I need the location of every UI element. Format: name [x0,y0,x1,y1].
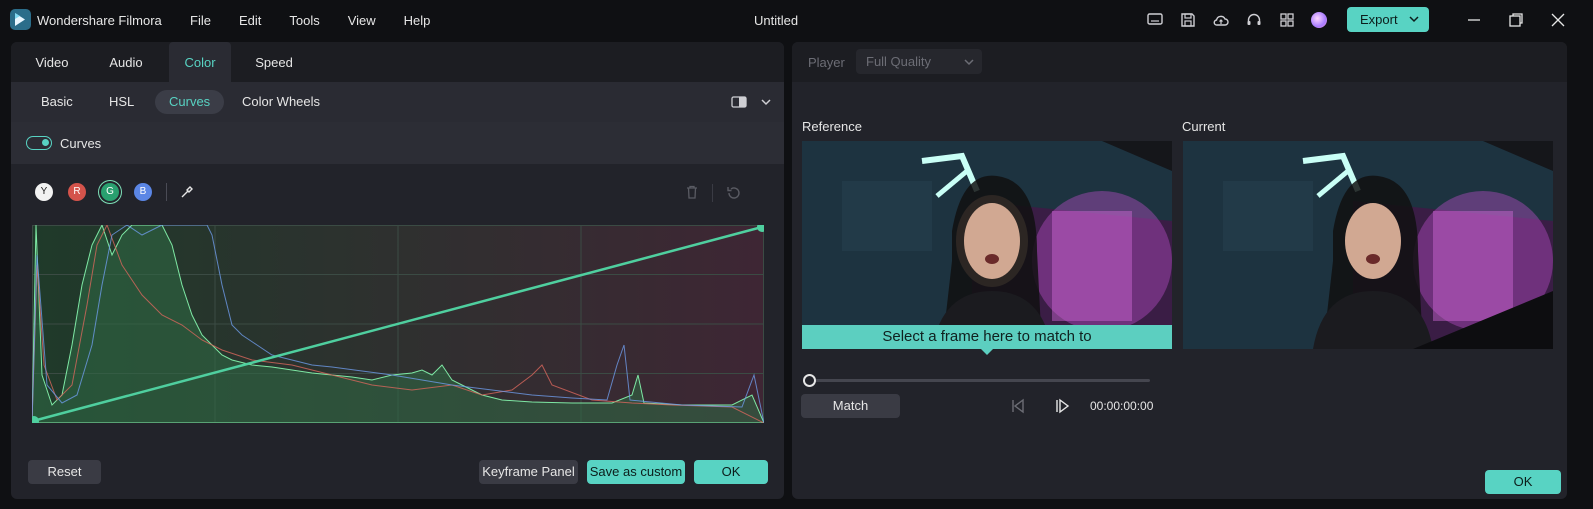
previous-frame-icon[interactable] [1010,398,1026,414]
property-tabs: Video Audio Color Speed [11,42,784,82]
quality-select[interactable]: Full Quality [856,49,982,74]
divider [712,184,713,202]
reset-curve-icon[interactable] [725,184,743,202]
trash-icon[interactable] [684,184,700,200]
export-label: Export [1360,12,1398,27]
tab-speed[interactable]: Speed [243,42,305,82]
player-label: Player [808,55,845,70]
ok-button[interactable]: OK [1485,470,1561,494]
next-frame-icon[interactable] [1054,398,1070,414]
reference-label: Reference [802,119,862,134]
tab-video[interactable]: Video [21,42,83,82]
curve-graph[interactable] [29,222,767,426]
titlebar-tools [1146,11,1344,29]
frame-scrubber-handle[interactable] [803,374,816,387]
frame-scrubber-track[interactable] [810,379,1150,382]
current-image [1183,141,1553,349]
subtab-basic[interactable]: Basic [27,90,87,114]
avatar[interactable] [1311,11,1329,29]
restore-icon[interactable] [1507,11,1525,29]
menu-bar: File Edit Tools View Help [190,13,458,28]
tab-color[interactable]: Color [169,42,231,82]
document-title: Untitled [754,13,799,28]
ok-button[interactable]: OK [694,460,768,484]
current-label: Current [1182,119,1226,134]
color-match-panel: Player Full Quality Reference Current Se… [792,42,1567,499]
monitor-icon[interactable] [1146,11,1164,29]
color-adjust-panel: Video Audio Color Speed Basic HSL Curves… [11,42,784,499]
chevron-down-icon[interactable] [761,98,771,106]
subtab-color-wheels[interactable]: Color Wheels [228,90,334,114]
select-frame-banner: Select a frame here to match to [802,325,1172,355]
divider [166,183,167,201]
eyedropper-icon[interactable] [179,184,195,200]
subtab-curves[interactable]: Curves [155,90,225,114]
player-bar: Player Full Quality [792,42,1567,82]
subtab-hsl[interactable]: HSL [95,90,148,114]
current-frame [1183,141,1553,349]
tab-audio[interactable]: Audio [96,42,156,82]
minimize-icon[interactable] [1465,11,1483,29]
menu-file[interactable]: File [190,13,211,28]
chevron-down-icon [1409,16,1419,23]
grid-apps-icon[interactable] [1278,11,1296,29]
cloud-upload-icon[interactable] [1212,11,1230,29]
timecode: 00:00:00:00 [1090,399,1154,413]
color-subtabs: Basic HSL Curves Color Wheels [11,82,784,122]
save-as-custom-button[interactable]: Save as custom [587,460,685,484]
menu-tools[interactable]: Tools [289,13,319,28]
curves-section-header: Curves [11,122,784,164]
curve-editor[interactable] [29,222,767,426]
channel-r-button[interactable]: R [68,183,86,201]
save-icon[interactable] [1179,11,1197,29]
menu-help[interactable]: Help [404,13,431,28]
quality-value: Full Quality [866,54,932,69]
headset-icon[interactable] [1245,11,1263,29]
title-bar: Wondershare Filmora File Edit Tools View… [0,0,1593,40]
split-view-icon[interactable] [731,95,747,109]
menu-edit[interactable]: Edit [239,13,261,28]
channel-b-button[interactable]: B [134,183,152,201]
curves-section-title: Curves [60,136,102,151]
channel-g-button[interactable]: G [101,183,119,201]
reference-image [802,141,1172,349]
chevron-down-icon [964,59,974,66]
filmora-logo-icon [10,9,31,30]
channel-y-button[interactable]: Y [35,183,53,201]
keyframe-panel-button[interactable]: Keyframe Panel [479,460,578,484]
reset-button[interactable]: Reset [28,460,101,484]
close-icon[interactable] [1549,11,1567,29]
menu-view[interactable]: View [348,13,376,28]
match-button[interactable]: Match [801,394,900,418]
export-button[interactable]: Export [1347,7,1429,32]
reference-frame[interactable] [802,141,1172,349]
app-title: Wondershare Filmora [37,13,162,28]
curves-toggle[interactable] [26,136,52,150]
